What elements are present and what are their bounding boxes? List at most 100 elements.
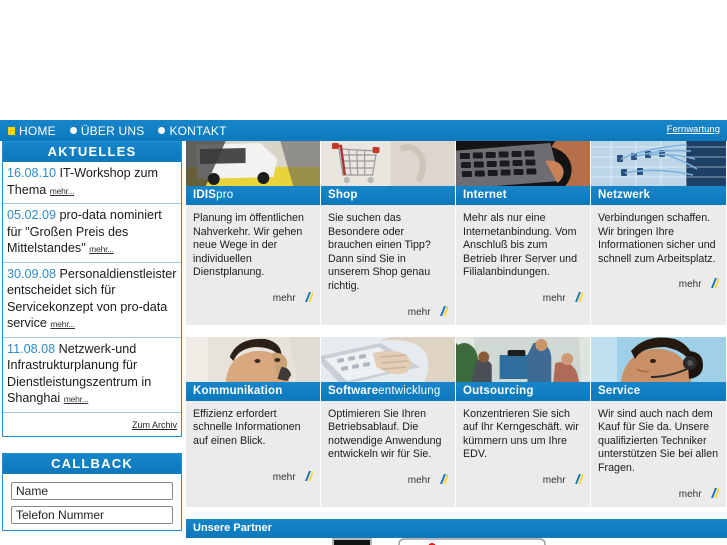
tile-idispro-more[interactable]: mehr	[186, 284, 320, 311]
tile-kommunikation[interactable]: Kommunikation Effizienz erfordert schnel…	[186, 336, 321, 507]
fernwartung-link[interactable]: Fernwartung	[667, 124, 720, 135]
tile-title-bold: Software	[328, 384, 379, 397]
tile-softwareentwicklung-more[interactable]: mehr	[321, 466, 455, 493]
news-more-link[interactable]: mehr...	[50, 319, 75, 329]
main-content: AKTUELLES 16.08.10 IT-Workshop zum Thema…	[0, 141, 727, 545]
tile-title-bold: Outsourcing	[463, 384, 534, 397]
slash-arrow-icon	[440, 305, 448, 316]
tile-title-bold: Kommunikation	[193, 384, 283, 397]
tile-more-label: mehr	[678, 279, 702, 291]
partner-logo-list: Microsoft ®	[186, 537, 727, 545]
tile-idispro-title: IDISpro	[186, 186, 320, 205]
tile-service[interactable]: Service Wir sind auch nach dem Kauf für …	[591, 336, 726, 507]
slash-arrow-icon	[440, 473, 448, 484]
news-more-link[interactable]: mehr...	[89, 244, 114, 254]
tile-more-label: mehr	[542, 474, 566, 486]
news-archive-link[interactable]: Zum Archiv	[132, 420, 177, 430]
tile-netzwerk-more[interactable]: mehr	[591, 270, 726, 297]
tile-more-label: mehr	[272, 471, 296, 483]
callback-panel-title: CALLBACK	[3, 453, 181, 474]
bus-photo	[186, 141, 320, 186]
tile-outsourcing-more[interactable]: mehr	[456, 466, 590, 493]
news-item[interactable]: 30.09.08 Personaldienstleister entscheid…	[3, 263, 181, 338]
keyboard-photo	[456, 141, 590, 186]
tile-internet-text: Mehr als nur eine Internetanbindung. Vom…	[463, 212, 578, 279]
tile-title-bold: IDIS	[193, 189, 217, 201]
tile-internet-title: Internet	[456, 186, 590, 205]
tile-shop-more[interactable]: mehr	[321, 298, 455, 325]
partner-gap	[186, 506, 727, 519]
tile-title-light: entwicklung	[378, 384, 441, 397]
shopping-cart-photo	[321, 141, 455, 186]
slash-arrow-icon	[711, 487, 719, 498]
slash-arrow-icon	[711, 278, 719, 289]
tile-softwareentwicklung[interactable]: Softwareentwicklung Optimieren Sie Ihren…	[321, 336, 456, 507]
white-dot-bullet-icon	[158, 127, 166, 134]
slash-arrow-icon	[575, 291, 583, 302]
tile-softwareentwicklung-title: Softwareentwicklung	[321, 381, 455, 401]
nav-item-home-label: HOME	[19, 123, 56, 138]
tile-more-label: mehr	[407, 306, 431, 318]
news-item[interactable]: 05.02.09 pro-data nominiert für "Großen …	[3, 204, 181, 263]
news-item[interactable]: 11.08.08 Netzwerk-und Infrastrukturplanu…	[3, 338, 181, 413]
tile-title-light: pro	[216, 189, 234, 201]
tile-service-text: Wir sind auch nach dem Kauf für Sie da. …	[598, 407, 719, 474]
slash-arrow-icon	[305, 291, 313, 302]
news-panel: AKTUELLES 16.08.10 IT-Workshop zum Thema…	[2, 141, 182, 437]
tile-internet-more[interactable]: mehr	[456, 284, 590, 311]
tile-more-label: mehr	[542, 292, 566, 304]
callback-form: Name Telefon Nummer	[3, 474, 181, 530]
slash-arrow-icon	[575, 473, 583, 484]
nav-item-kontakt[interactable]: KONTAKT	[158, 124, 226, 138]
tile-kommunikation-title: Kommunikation	[186, 381, 320, 401]
tile-more-label: mehr	[272, 292, 296, 304]
tile-more-label: mehr	[407, 474, 431, 486]
tile-idispro-text: Planung im öffentlichen Nahverkehr. Wir …	[193, 212, 304, 279]
office-meeting-photo	[456, 336, 590, 382]
news-panel-title: AKTUELLES	[3, 142, 181, 162]
main-navigation: HOME ÜBER UNS KONTAKT Fernwartung	[0, 120, 727, 141]
lineas-logo[interactable]: iNEAS ®	[398, 538, 546, 545]
tile-kommunikation-text: Effizienz erfordert schnelle Information…	[193, 407, 301, 447]
tile-row-top: IDISpro Planung im öffentlichen Nahverke…	[186, 141, 727, 325]
network-cables-photo	[591, 141, 726, 186]
tile-softwareentwicklung-text: Optimieren Sie Ihren Betriebsablauf. Die…	[328, 407, 442, 461]
sidebar: AKTUELLES 16.08.10 IT-Workshop zum Thema…	[0, 141, 186, 545]
tile-netzwerk[interactable]: Netzwerk Verbindungen schaffen. Wir brin…	[591, 141, 726, 325]
tile-row-gap	[186, 324, 727, 337]
tile-shop-title: Shop	[321, 186, 455, 205]
slash-arrow-icon	[305, 470, 313, 481]
hands-typing-laptop-photo	[321, 336, 455, 382]
callback-phone-input[interactable]: Telefon Nummer	[11, 505, 173, 524]
tile-internet[interactable]: Internet Mehr als nur eine Internetanbin…	[456, 141, 591, 325]
tile-netzwerk-title: Netzwerk	[591, 186, 726, 205]
tile-service-title: Service	[591, 381, 726, 401]
nav-item-home[interactable]: HOME	[8, 124, 56, 138]
partner-section: Unsere Partner Microsoft ®	[186, 518, 727, 545]
yellow-square-bullet-icon	[8, 126, 15, 135]
news-item-date: 05.02.09	[7, 208, 57, 222]
tile-idispro[interactable]: IDISpro Planung im öffentlichen Nahverke…	[186, 141, 321, 325]
tile-outsourcing-title: Outsourcing	[456, 381, 590, 401]
tile-row-bottom: Kommunikation Effizienz erfordert schnel…	[186, 336, 727, 507]
white-dot-bullet-icon	[69, 127, 77, 134]
tile-shop[interactable]: Shop Sie suchen das Besondere oder brauc…	[321, 141, 456, 325]
news-more-link[interactable]: mehr...	[64, 394, 89, 404]
tiles-and-partners: IDISpro Planung im öffentlichen Nahverke…	[186, 141, 727, 545]
partner-section-title: Unsere Partner	[186, 518, 727, 538]
tile-kommunikation-more[interactable]: mehr	[186, 463, 320, 490]
nav-item-ueber-uns[interactable]: ÜBER UNS	[69, 124, 145, 138]
callback-panel: CALLBACK Name Telefon Nummer	[2, 452, 182, 531]
news-item-date: 16.08.10	[7, 166, 57, 180]
tile-outsourcing[interactable]: Outsourcing Konzentrieren Sie sich auf I…	[456, 336, 591, 507]
news-more-link[interactable]: mehr...	[50, 186, 75, 196]
header-blank-area	[0, 0, 727, 120]
tile-netzwerk-text: Verbindungen schaffen. Wir bringen Ihre …	[598, 212, 716, 265]
tile-title-bold: Service	[598, 384, 641, 397]
woman-on-phone-photo	[186, 336, 320, 382]
callback-name-input[interactable]: Name	[11, 481, 173, 500]
news-item[interactable]: 16.08.10 IT-Workshop zum Thema mehr...	[3, 162, 181, 204]
tile-service-more[interactable]: mehr	[591, 480, 726, 507]
tile-shop-text: Sie suchen das Besondere oder brauchen e…	[328, 212, 431, 292]
kyocera-k-logo[interactable]	[332, 538, 372, 545]
